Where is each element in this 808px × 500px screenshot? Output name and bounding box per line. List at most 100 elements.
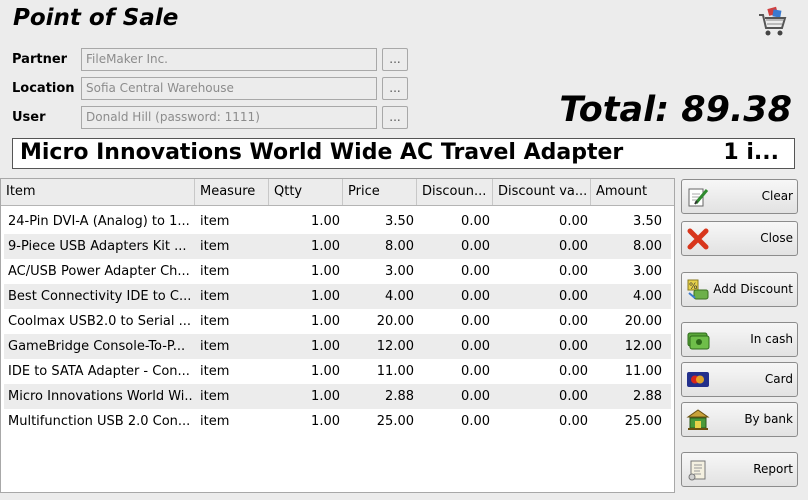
cell-discount: 0.00 (461, 289, 490, 304)
total-amount: Total: 89.38 (559, 90, 792, 130)
cell-amount: 2.88 (633, 389, 662, 404)
table-row[interactable]: AC/USB Power Adapter Ch... item 1.00 3.00 0.… (4, 259, 671, 284)
cell-amount: 4.00 (633, 289, 662, 304)
cell-item: IDE to SATA Adapter - Con... (8, 364, 190, 379)
cell-measure: item (200, 364, 230, 379)
user-browse-button[interactable]: ... (382, 106, 408, 129)
cell-item: AC/USB Power Adapter Ch... (8, 264, 190, 279)
column-header-qtty[interactable]: Qtty (269, 179, 343, 205)
cell-qtty: 1.00 (311, 414, 340, 429)
cell-measure: item (200, 389, 230, 404)
card-icon (687, 372, 709, 387)
cell-item: Best Connectivity IDE to C... (8, 289, 192, 304)
current-item-banner: Micro Innovations World Wide AC Travel A… (12, 138, 795, 169)
shopping-cart-icon (759, 6, 787, 36)
cell-price: 3.00 (385, 264, 414, 279)
location-label: Location (12, 81, 75, 96)
cell-amount: 20.00 (624, 314, 662, 329)
cell-qtty: 1.00 (311, 389, 340, 404)
user-field[interactable]: Donald Hill (password: 1111) (81, 106, 377, 129)
cell-qtty: 1.00 (311, 364, 340, 379)
items-table[interactable]: Item Measure Qtty Price Discoun... Disco… (0, 178, 675, 493)
cell-price: 4.00 (385, 289, 414, 304)
close-button[interactable]: Close (681, 221, 798, 256)
page-title: Point of Sale (13, 5, 179, 31)
cell-discount-value: 0.00 (559, 239, 588, 254)
location-browse-button[interactable]: ... (382, 77, 408, 100)
report-label: Report (753, 462, 793, 476)
cell-amount: 3.00 (633, 264, 662, 279)
clear-label: Clear (761, 189, 793, 203)
partner-field[interactable]: FileMaker Inc. (81, 48, 377, 71)
cell-discount: 0.00 (461, 239, 490, 254)
column-header-item[interactable]: Item (1, 179, 195, 205)
cell-item: Multifunction USB 2.0 Con... (8, 414, 191, 429)
cell-discount-value: 0.00 (559, 289, 588, 304)
cell-measure: item (200, 239, 230, 254)
clear-button[interactable]: Clear (681, 179, 798, 214)
column-header-price[interactable]: Price (343, 179, 417, 205)
cell-discount-value: 0.00 (559, 389, 588, 404)
location-field[interactable]: Sofia Central Warehouse (81, 77, 377, 100)
cell-measure: item (200, 414, 230, 429)
cell-discount: 0.00 (461, 214, 490, 229)
bank-icon (686, 409, 710, 430)
cell-discount-value: 0.00 (559, 414, 588, 429)
table-row[interactable]: Coolmax USB2.0 to Serial ... item 1.00 20.0… (4, 309, 671, 334)
table-row[interactable]: GameBridge Console-To-P... item 1.00 12.00 0… (4, 334, 671, 359)
cell-qtty: 1.00 (311, 339, 340, 354)
add-discount-label: Add Discount (713, 282, 793, 296)
table-row[interactable]: 9-Piece USB Adapters Kit ... item 1.00 8.00… (4, 234, 671, 259)
cell-discount: 0.00 (461, 414, 490, 429)
table-row[interactable]: IDE to SATA Adapter - Con... item 1.00 11.0… (4, 359, 671, 384)
cell-item: Micro Innovations World Wi... (8, 389, 194, 404)
table-row[interactable]: Micro Innovations World Wi... item 1.00 2.8… (4, 384, 671, 409)
table-header: Item Measure Qtty Price Discoun... Disco… (1, 179, 674, 206)
column-header-discount-value[interactable]: Discount va... (493, 179, 591, 205)
table-row[interactable]: 24-Pin DVI-A (Analog) to 1... item 1.00 3.5… (4, 209, 671, 234)
by-bank-label: By bank (744, 412, 793, 426)
add-discount-button[interactable]: % Add Discount (681, 272, 798, 307)
cell-discount-value: 0.00 (559, 314, 588, 329)
cell-discount: 0.00 (461, 314, 490, 329)
partner-browse-button[interactable]: ... (382, 48, 408, 71)
cell-price: 8.00 (385, 239, 414, 254)
column-header-discount[interactable]: Discoun... (417, 179, 493, 205)
cell-price: 12.00 (376, 339, 414, 354)
cell-measure: item (200, 264, 230, 279)
cell-price: 3.50 (385, 214, 414, 229)
cell-measure: item (200, 339, 230, 354)
cell-item: 24-Pin DVI-A (Analog) to 1... (8, 214, 190, 229)
cell-discount-value: 0.00 (559, 214, 588, 229)
cell-measure: item (200, 314, 230, 329)
cell-amount: 3.50 (633, 214, 662, 229)
cell-qtty: 1.00 (311, 214, 340, 229)
close-icon (687, 228, 709, 250)
column-header-measure[interactable]: Measure (195, 179, 269, 205)
cell-price: 25.00 (376, 414, 414, 429)
cell-item: GameBridge Console-To-P... (8, 339, 186, 354)
cell-amount: 25.00 (624, 414, 662, 429)
cell-qtty: 1.00 (311, 239, 340, 254)
card-label: Card (764, 372, 793, 386)
report-button[interactable]: Report (681, 452, 798, 487)
close-label: Close (760, 231, 793, 245)
current-item-name: Micro Innovations World Wide AC Travel A… (20, 140, 624, 165)
cash-icon (687, 332, 710, 350)
column-header-amount[interactable]: Amount (591, 179, 674, 205)
table-row[interactable]: Best Connectivity IDE to C... item 1.00 4.0… (4, 284, 671, 309)
cell-item: 9-Piece USB Adapters Kit ... (8, 239, 187, 254)
cell-price: 11.00 (376, 364, 414, 379)
cell-price: 2.88 (385, 389, 414, 404)
cell-discount: 0.00 (461, 389, 490, 404)
cell-discount-value: 0.00 (559, 339, 588, 354)
discount-icon: % (687, 279, 709, 300)
cell-discount: 0.00 (461, 339, 490, 354)
by-bank-button[interactable]: By bank (681, 402, 798, 437)
card-button[interactable]: Card (681, 362, 798, 397)
in-cash-button[interactable]: In cash (681, 322, 798, 357)
table-row[interactable]: Multifunction USB 2.0 Con... item 1.00 25.0… (4, 409, 671, 434)
cell-discount: 0.00 (461, 264, 490, 279)
partner-label: Partner (12, 52, 68, 67)
cell-item: Coolmax USB2.0 to Serial ... (8, 314, 192, 329)
